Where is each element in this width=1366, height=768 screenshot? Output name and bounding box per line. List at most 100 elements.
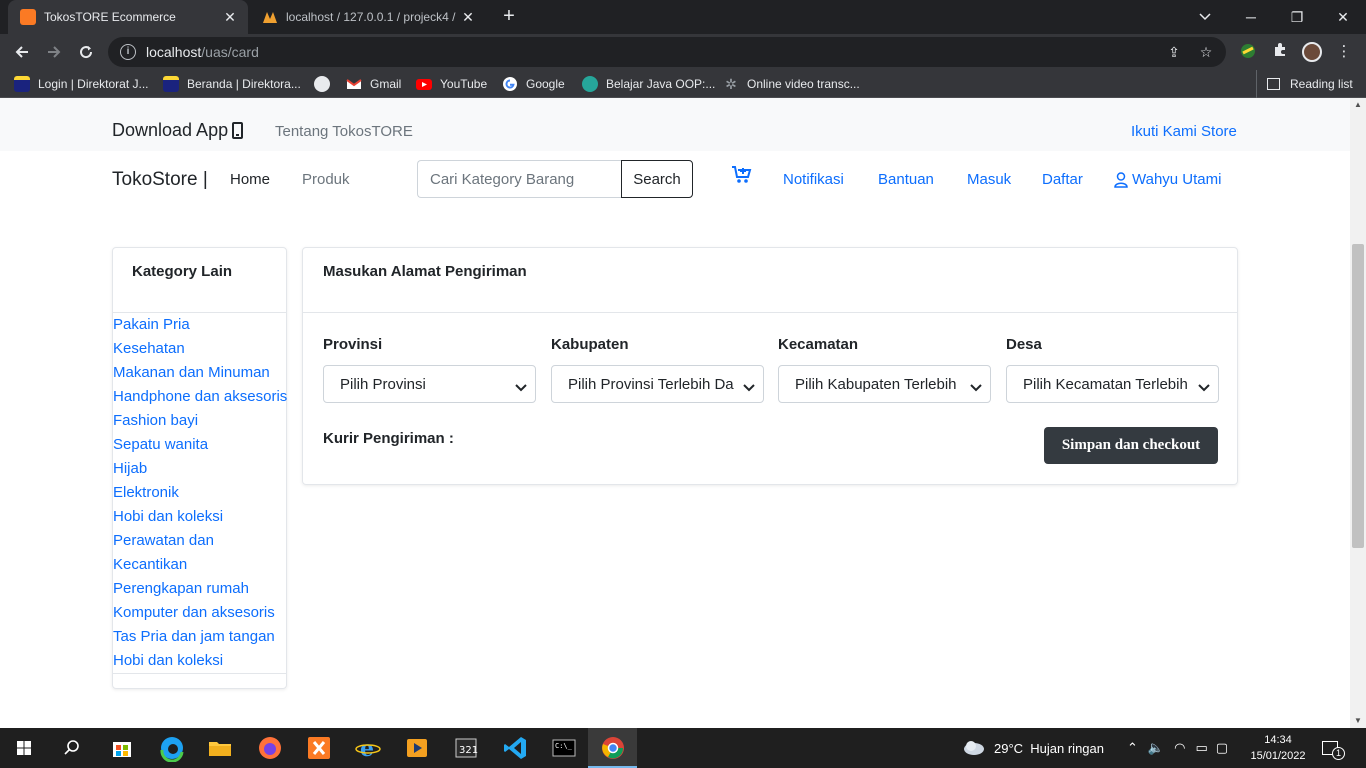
- scroll-up-icon[interactable]: ▲: [1350, 98, 1366, 112]
- chrome-icon[interactable]: [599, 734, 627, 762]
- wifi-icon[interactable]: ◠: [1174, 740, 1185, 756]
- search-input[interactable]: [417, 160, 622, 198]
- user-menu[interactable]: Wahyu Utami: [1114, 171, 1221, 188]
- category-item[interactable]: Elektronik: [113, 481, 286, 505]
- bookmark-icon: [14, 76, 30, 92]
- terminal-icon[interactable]: C:\_: [550, 734, 578, 762]
- search-icon[interactable]: [58, 734, 86, 762]
- nav-masuk[interactable]: Masuk: [967, 171, 1011, 188]
- xampp-icon[interactable]: [305, 734, 333, 762]
- nav-bantuan[interactable]: Bantuan: [878, 171, 934, 188]
- save-checkout-button[interactable]: Simpan dan checkout: [1044, 427, 1218, 464]
- category-item[interactable]: Makanan dan Minuman: [113, 361, 286, 385]
- category-item[interactable]: Komputer dan aksesoris: [113, 601, 286, 625]
- scroll-down-icon[interactable]: ▼: [1350, 714, 1366, 728]
- video-player-icon[interactable]: [403, 734, 431, 762]
- brand-logo[interactable]: TokoStore |: [112, 169, 208, 191]
- new-tab-button[interactable]: +: [498, 6, 520, 28]
- reload-button[interactable]: [72, 38, 100, 66]
- back-button[interactable]: [8, 38, 36, 66]
- url-text[interactable]: localhost/uas/card: [146, 44, 259, 60]
- page-scrollbar[interactable]: ▲ ▼: [1350, 98, 1366, 728]
- category-item[interactable]: Perengkapan rumah: [113, 577, 286, 601]
- reading-list[interactable]: Reading list: [1256, 70, 1353, 98]
- google-icon: [502, 76, 518, 92]
- windows-start-icon[interactable]: [10, 734, 38, 762]
- notification-center[interactable]: 1: [1322, 728, 1345, 768]
- cart-icon[interactable]: [732, 166, 752, 184]
- bookmark-google[interactable]: Google: [502, 76, 565, 92]
- address-bar[interactable]: i localhost/uas/card ⇪ ☆: [108, 37, 1226, 67]
- category-item[interactable]: Perawatan dan: [113, 529, 286, 553]
- sidebar-title: Kategory Lain: [113, 248, 286, 313]
- chevron-down-icon: [515, 380, 527, 392]
- bookmark-star-icon[interactable]: ☆: [1198, 44, 1214, 60]
- bookmark-globe[interactable]: [314, 76, 330, 92]
- battery-icon[interactable]: ▭: [1195, 740, 1207, 756]
- category-item[interactable]: Kecantikan: [113, 553, 286, 577]
- menu-kebab-icon[interactable]: ⋮: [1334, 42, 1354, 62]
- tab-phpmyadmin[interactable]: localhost / 127.0.0.1 / projeck4 / ✕: [250, 0, 486, 34]
- bookmark-gmail[interactable]: Gmail: [346, 76, 401, 92]
- bookmark-beranda[interactable]: Beranda | Direktora...: [163, 76, 301, 92]
- category-item[interactable]: Tas Pria dan jam tangan: [113, 625, 286, 649]
- download-app-link[interactable]: Download App: [112, 120, 244, 141]
- weather-widget[interactable]: 29°C Hujan ringan: [962, 728, 1104, 768]
- language-icon[interactable]: ▢: [1216, 740, 1228, 756]
- provinsi-select[interactable]: Pilih Provinsi: [323, 365, 536, 403]
- close-window-button[interactable]: ✕: [1320, 0, 1366, 34]
- bookmark-login[interactable]: Login | Direktorat J...: [14, 76, 149, 92]
- tab-search-chevron-icon[interactable]: [1182, 0, 1228, 34]
- system-clock[interactable]: 14:34 15/01/2022: [1248, 732, 1308, 764]
- category-item[interactable]: Handphone dan aksesoris: [113, 385, 287, 409]
- minimize-button[interactable]: ─: [1228, 0, 1274, 34]
- kecamatan-select[interactable]: Pilih Kabupaten Terlebih: [778, 365, 991, 403]
- chevron-up-icon[interactable]: ⌃: [1127, 740, 1138, 756]
- scroll-thumb[interactable]: [1352, 244, 1364, 548]
- phone-icon: [232, 122, 244, 139]
- extensions-puzzle-icon[interactable]: [1270, 42, 1290, 62]
- category-item[interactable]: Sepatu wanita: [113, 433, 286, 457]
- tab-tokostore[interactable]: TokosTORE Ecommerce ✕: [8, 0, 248, 34]
- desa-select[interactable]: Pilih Kecamatan Terlebih: [1006, 365, 1219, 403]
- edge-icon[interactable]: [158, 734, 186, 763]
- nav-daftar[interactable]: Daftar: [1042, 171, 1083, 188]
- youtube-icon: [416, 76, 432, 92]
- tray-icons[interactable]: ⌃ 🔈 ◠ ▭ ▢: [1127, 728, 1228, 768]
- bookmark-video-transc[interactable]: ✲ Online video transc...: [723, 76, 860, 92]
- category-item[interactable]: Pakain Pria: [113, 313, 286, 337]
- file-explorer-icon[interactable]: [206, 734, 234, 762]
- svg-text:e: e: [360, 736, 374, 762]
- close-tab-icon[interactable]: ✕: [460, 9, 476, 25]
- category-item[interactable]: Hobi dan koleksi: [113, 505, 286, 529]
- restore-button[interactable]: ❐: [1274, 0, 1320, 34]
- svg-text:C:\_: C:\_: [555, 742, 573, 750]
- tentang-link[interactable]: Tentang TokosTORE: [275, 123, 413, 140]
- internet-explorer-icon[interactable]: e: [354, 734, 382, 762]
- profile-avatar[interactable]: [1302, 42, 1322, 62]
- bookmark-youtube[interactable]: YouTube: [416, 76, 487, 92]
- kabupaten-select[interactable]: Pilih Provinsi Terlebih Da: [551, 365, 764, 403]
- speaker-icon[interactable]: 🔈: [1148, 740, 1164, 756]
- site-info-icon[interactable]: i: [120, 44, 136, 60]
- ikuti-kami-link[interactable]: Ikuti Kami Store: [1131, 123, 1237, 140]
- forward-button[interactable]: [40, 38, 68, 66]
- category-item[interactable]: Fashion bayi: [113, 409, 286, 433]
- tab-title: TokosTORE Ecommerce: [44, 10, 176, 24]
- nav-notifikasi[interactable]: Notifikasi: [783, 171, 844, 188]
- nav-produk[interactable]: Produk: [302, 171, 350, 188]
- category-item[interactable]: Hijab: [113, 457, 286, 481]
- close-tab-icon[interactable]: ✕: [222, 9, 238, 25]
- category-item[interactable]: Hobi dan koleksi: [113, 649, 286, 673]
- media-player-321-icon[interactable]: 321: [452, 734, 480, 762]
- store-icon[interactable]: [108, 734, 136, 762]
- category-item[interactable]: Kesehatan: [113, 337, 286, 361]
- vscode-icon[interactable]: [501, 734, 529, 762]
- share-icon[interactable]: ⇪: [1166, 44, 1182, 60]
- search-button[interactable]: Search: [621, 160, 693, 198]
- extension-icon[interactable]: [1238, 42, 1258, 62]
- firefox-icon[interactable]: [256, 734, 284, 762]
- bookmark-java[interactable]: Belajar Java OOP:...: [582, 76, 715, 92]
- nav-home[interactable]: Home: [230, 171, 270, 188]
- chevron-down-icon: [1198, 380, 1210, 392]
